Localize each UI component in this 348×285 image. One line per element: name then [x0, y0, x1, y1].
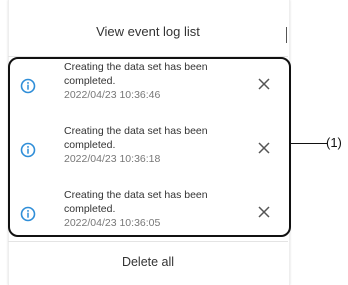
panel-title: View event log list: [96, 23, 200, 39]
close-icon[interactable]: [256, 76, 272, 92]
event-log-item: Creating the data set has been completed…: [10, 60, 280, 116]
close-icon[interactable]: [256, 140, 272, 156]
event-message-line1: Creating the data set has been: [64, 189, 208, 201]
event-message-line2: completed.: [64, 75, 116, 87]
event-message: Creating the data set has been completed…: [64, 124, 234, 166]
delete-all-label: Delete all: [121, 255, 175, 269]
event-message-line2: completed.: [64, 203, 116, 215]
panel-header: View event log list: [8, 0, 288, 57]
screenshot-stage: View event log list Creating the data se…: [0, 0, 348, 285]
event-timestamp: 2022/04/23 10:36:05: [64, 217, 161, 229]
close-icon[interactable]: [256, 204, 272, 220]
event-message-line1: Creating the data set has been: [64, 61, 208, 73]
event-log-item: Creating the data set has been completed…: [10, 124, 280, 180]
event-message: Creating the data set has been completed…: [64, 188, 234, 230]
event-log-item: Creating the data set has been completed…: [10, 188, 280, 244]
delete-all-button[interactable]: Delete all: [8, 241, 288, 285]
info-icon: [20, 206, 36, 222]
event-timestamp: 2022/04/23 10:36:46: [64, 89, 161, 101]
event-timestamp: 2022/04/23 10:36:18: [64, 153, 161, 165]
info-icon: [20, 142, 36, 158]
event-message-line2: completed.: [64, 139, 116, 151]
info-icon: [20, 78, 36, 94]
event-message-line1: Creating the data set has been: [64, 125, 208, 137]
callout-leader-line: [291, 143, 327, 144]
event-message: Creating the data set has been completed…: [64, 60, 234, 102]
callout-label: (1): [326, 135, 342, 150]
